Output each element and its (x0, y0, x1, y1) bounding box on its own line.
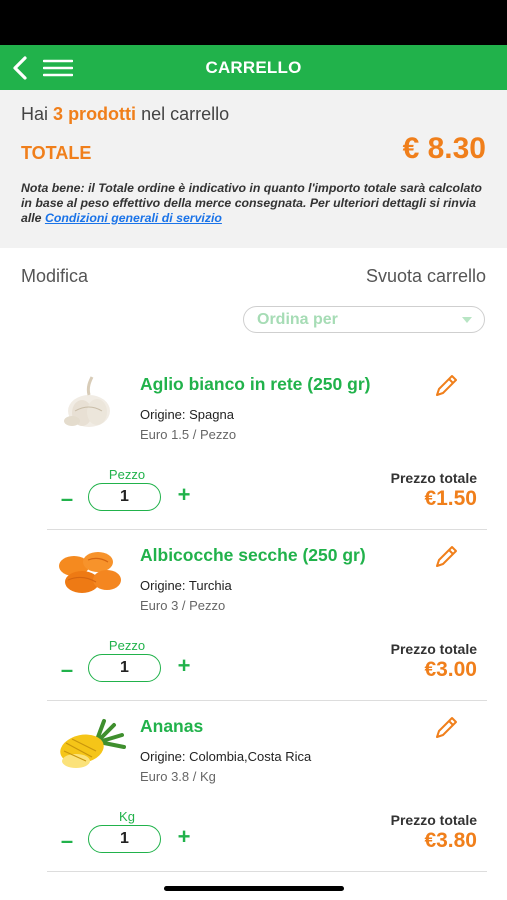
product-name[interactable]: Ananas (140, 716, 203, 737)
count-prefix: Hai (21, 104, 49, 124)
total-note: Nota bene: il Totale ordine è indicativo… (21, 181, 491, 226)
total-price-label: Prezzo totale (390, 812, 477, 828)
unit-label: Pezzo (108, 638, 146, 653)
total-value: € 8.30 (402, 132, 486, 165)
dried-apricots-icon (59, 552, 121, 593)
hamburger-menu-icon[interactable] (43, 59, 73, 77)
product-name[interactable]: Albicocche secche (250 gr) (140, 545, 366, 566)
pencil-icon[interactable] (433, 544, 459, 570)
divider (47, 871, 487, 872)
total-price-value: €3.80 (424, 829, 477, 852)
cart-item: Ananas Origine: Colombia,Costa Rica Euro… (0, 701, 507, 872)
product-count-label: prodotti (68, 104, 137, 124)
product-origin: Origine: Spagna (140, 407, 234, 422)
quantity-field[interactable]: 1 (88, 654, 161, 682)
decrease-quantity-button[interactable]: – (59, 659, 75, 681)
empty-cart-button[interactable]: Svuota carrello (366, 266, 486, 287)
increase-quantity-button[interactable]: + (175, 826, 193, 848)
product-origin: Origine: Turchia (140, 578, 232, 593)
cart-item: Albicocche secche (250 gr) Origine: Turc… (0, 530, 507, 701)
product-name[interactable]: Aglio bianco in rete (250 gr) (140, 374, 370, 395)
unit-price: Euro 3 / Pezzo (140, 598, 226, 613)
product-count: 3 (53, 104, 64, 124)
quantity-field[interactable]: 1 (88, 483, 161, 511)
decrease-quantity-button[interactable]: – (59, 830, 75, 852)
total-price-value: €1.50 (424, 487, 477, 510)
unit-price: Euro 1.5 / Pezzo (140, 427, 237, 442)
sort-dropdown[interactable]: Ordina per (243, 306, 485, 333)
pencil-icon[interactable] (433, 373, 459, 399)
increase-quantity-button[interactable]: + (175, 484, 193, 506)
pineapple-icon (60, 719, 126, 768)
modifica-button[interactable]: Modifica (21, 266, 88, 287)
total-label: TOTALE (21, 143, 92, 163)
unit-price: Euro 3.8 / Kg (140, 769, 216, 784)
increase-quantity-button[interactable]: + (175, 655, 193, 677)
terms-link[interactable]: Condizioni generali di servizio (45, 211, 222, 225)
garlic-icon (64, 376, 110, 427)
quantity-field[interactable]: 1 (88, 825, 161, 853)
total-price-label: Prezzo totale (390, 641, 477, 657)
unit-label: Pezzo (108, 467, 146, 482)
product-origin: Origine: Colombia,Costa Rica (140, 749, 312, 764)
status-bar (0, 0, 507, 45)
cart-summary: Hai 3 prodotti nel carrello TOTALE € 8.3… (0, 90, 507, 248)
home-indicator[interactable] (164, 886, 344, 891)
cart-count-line: Hai 3 prodotti nel carrello (21, 104, 229, 125)
sort-placeholder: Ordina per (257, 311, 338, 328)
total-price-value: €3.00 (424, 658, 477, 681)
back-arrow-icon[interactable] (10, 55, 32, 81)
decrease-quantity-button[interactable]: – (59, 488, 75, 510)
total-price-label: Prezzo totale (390, 470, 477, 486)
cart-item: Aglio bianco in rete (250 gr) Origine: S… (0, 359, 507, 530)
page-title: CARRELLO (205, 57, 302, 77)
pencil-icon[interactable] (433, 715, 459, 741)
count-suffix: nel carrello (141, 104, 230, 124)
chevron-down-icon (462, 317, 472, 323)
unit-label: Kg (119, 809, 135, 824)
app-bar: CARRELLO (0, 45, 507, 90)
